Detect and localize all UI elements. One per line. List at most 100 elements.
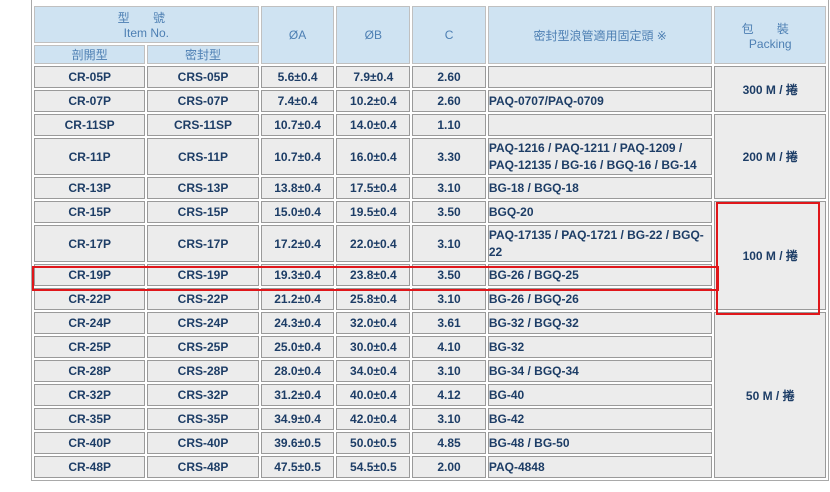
sealed-model-cell: CRS-24P [147,312,259,334]
dia-b-cell: 7.9±0.4 [336,66,411,88]
table-row: CR-05P CRS-05P 5.6±0.4 7.9±0.4 2.60 300 … [34,66,826,112]
packing-header: 包 裝 Packing [714,6,826,64]
fitting-cell: BG-26 / BGQ-25 [487,264,713,286]
fitting-cell: BG-32 [487,336,713,358]
split-model-cell: CR-11SP [34,114,146,136]
split-model-cell: CR-19P [34,264,146,286]
item-no-header: 型 號 Item No. [34,6,259,43]
c-cell: 4.10 [412,336,486,358]
table-row: CR-07P CRS-07P 7.4±0.4 10.2±0.4 2.60 PAQ… [34,90,826,112]
fitting-cell: BGQ-20 [487,201,713,223]
c-cell: 1.10 [412,114,486,136]
dia-a-cell: 10.7±0.4 [260,138,335,175]
dia-a-cell: 10.7±0.4 [260,114,335,136]
dia-a-cell: 25.0±0.4 [260,336,335,358]
table-row: CR-28P CRS-28P 28.0±0.4 34.0±0.4 3.10 BG… [34,360,826,382]
sealed-model-cell: CRS-48P [147,456,259,478]
c-cell: 2.60 [412,66,486,88]
dia-a-cell: 5.6±0.4 [260,66,335,88]
sealed-model-cell: CRS-17P [147,225,259,262]
packing-cell: 300 M / 捲 [714,66,826,112]
c-cell: 3.30 [412,138,486,175]
dia-b-cell: 10.2±0.4 [336,90,411,112]
sealed-model-cell: CRS-11SP [147,114,259,136]
fitting-cell: BG-48 / BG-50 [487,432,713,454]
sealed-type-header: 密封型 [147,45,259,64]
fitting-cell [487,66,713,88]
table-row: CR-24P CRS-24P 24.3±0.4 32.0±0.4 3.61 BG… [34,312,826,478]
sealed-model-cell: CRS-35P [147,408,259,430]
table-row: CR-48P CRS-48P 47.5±0.5 54.5±0.5 2.00 PA… [34,456,826,478]
c-header: C [412,6,486,64]
dia-b-cell: 40.0±0.4 [336,384,411,406]
sealed-model-cell: CRS-07P [147,90,259,112]
item-no-zh: 型 號 [117,11,175,25]
table-row: CR-11P CRS-11P 10.7±0.4 16.0±0.4 3.30 PA… [34,138,826,175]
dia-b-cell: 30.0±0.4 [336,336,411,358]
sealed-model-cell: CRS-22P [147,288,259,310]
fitting-header: 密封型浪管適用固定頭 ※ [487,6,713,64]
split-model-cell: CR-24P [34,312,146,334]
sealed-model-cell: CRS-19P [147,264,259,286]
sealed-model-cell: CRS-15P [147,201,259,223]
dia-b-cell: 54.5±0.5 [336,456,411,478]
packing-en: Packing [748,36,792,51]
fitting-cell: PAQ-4848 [487,456,713,478]
dia-a-cell: 13.8±0.4 [260,177,335,199]
split-model-cell: CR-22P [34,288,146,310]
dia-a-cell: 39.6±0.5 [260,432,335,454]
split-model-cell: CR-25P [34,336,146,358]
split-model-cell: CR-17P [34,225,146,262]
c-cell: 4.85 [412,432,486,454]
fitting-cell: BG-40 [487,384,713,406]
split-model-cell: CR-07P [34,90,146,112]
table-row: CR-40P CRS-40P 39.6±0.5 50.0±0.5 4.85 BG… [34,432,826,454]
dia-a-cell: 15.0±0.4 [260,201,335,223]
dia-b-cell: 14.0±0.4 [336,114,411,136]
dia-a-cell: 7.4±0.4 [260,90,335,112]
split-model-cell: CR-40P [34,432,146,454]
sealed-model-cell: CRS-25P [147,336,259,358]
dia-a-cell: 17.2±0.4 [260,225,335,262]
dia-b-cell: 23.8±0.4 [336,264,411,286]
sealed-model-cell: CRS-13P [147,177,259,199]
dia-a-cell: 47.5±0.5 [260,456,335,478]
split-model-cell: CR-28P [34,360,146,382]
packing-cell: 200 M / 捲 [714,114,826,199]
c-cell: 3.10 [412,225,486,262]
c-cell: 2.60 [412,90,486,112]
dia-b-cell: 16.0±0.4 [336,138,411,175]
fitting-cell: PAQ-17135 / PAQ-1721 / BG-22 / BGQ-22 [487,225,713,262]
packing-zh: 包 裝 [741,21,799,36]
dia-b-cell: 42.0±0.4 [336,408,411,430]
sealed-model-cell: CRS-05P [147,66,259,88]
dia-b-header: ØB [336,6,411,64]
table-row: CR-19P CRS-19P 19.3±0.4 23.8±0.4 3.50 BG… [34,264,826,286]
split-model-cell: CR-13P [34,177,146,199]
split-model-cell: CR-05P [34,66,146,88]
dia-b-cell: 17.5±0.4 [336,177,411,199]
split-model-cell: CR-32P [34,384,146,406]
fitting-cell: PAQ-0707/PAQ-0709 [487,90,713,112]
table-row: CR-35P CRS-35P 34.9±0.4 42.0±0.4 3.10 BG… [34,408,826,430]
dia-b-cell: 19.5±0.4 [336,201,411,223]
split-model-cell: CR-15P [34,201,146,223]
dia-a-cell: 24.3±0.4 [260,312,335,334]
table-row: CR-25P CRS-25P 25.0±0.4 30.0±0.4 4.10 BG… [34,336,826,358]
fitting-cell [487,114,713,136]
c-cell: 3.50 [412,264,486,286]
dia-a-cell: 28.0±0.4 [260,360,335,382]
fitting-cell: BG-34 / BGQ-34 [487,360,713,382]
packing-cell: 100 M / 捲 [714,201,826,310]
c-cell: 3.10 [412,408,486,430]
table-row: CR-11SP CRS-11SP 10.7±0.4 14.0±0.4 1.10 … [34,114,826,199]
dia-b-cell: 34.0±0.4 [336,360,411,382]
packing-cell: 50 M / 捲 [714,312,826,478]
c-cell: 3.10 [412,288,486,310]
sealed-model-cell: CRS-32P [147,384,259,406]
table-row: CR-17P CRS-17P 17.2±0.4 22.0±0.4 3.10 PA… [34,225,826,262]
c-cell: 4.12 [412,384,486,406]
split-model-cell: CR-35P [34,408,146,430]
dia-b-cell: 22.0±0.4 [336,225,411,262]
dia-a-cell: 19.3±0.4 [260,264,335,286]
